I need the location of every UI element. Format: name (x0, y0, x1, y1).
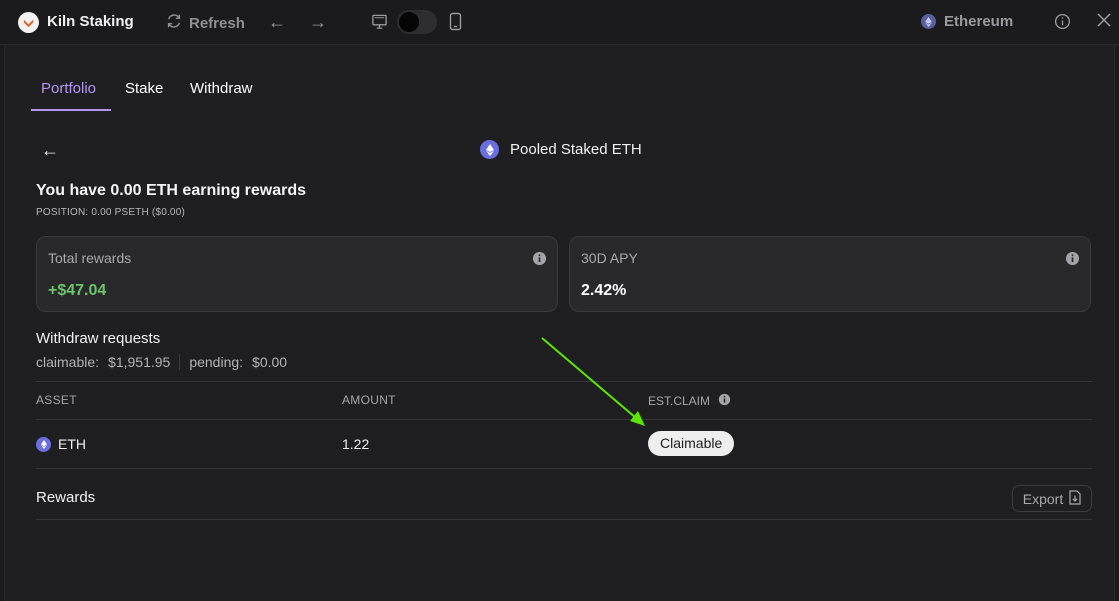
table-top-divider (36, 381, 1092, 382)
mobile-view-button[interactable] (449, 12, 462, 36)
arrow-right-icon: → (309, 12, 327, 32)
info-icon[interactable] (1065, 251, 1080, 271)
network-selector[interactable]: Ethereum (921, 13, 1013, 30)
total-rewards-card: Total rewards +$47.04 (36, 236, 558, 312)
close-icon (1097, 13, 1111, 31)
download-icon (1069, 489, 1081, 508)
view-toggle[interactable] (397, 10, 437, 34)
info-icon (1054, 13, 1071, 34)
arrow-left-icon: ← (41, 140, 59, 160)
pending-value: $0.00 (252, 354, 288, 370)
close-button[interactable] (1097, 13, 1111, 32)
monitor-icon (371, 14, 388, 34)
rewards-divider (36, 519, 1092, 520)
tab-stake[interactable]: Stake (125, 80, 163, 97)
kiln-logo-icon (18, 12, 39, 33)
toggle-knob (399, 12, 419, 32)
total-rewards-label: Total rewards (48, 250, 132, 266)
position-subtitle: POSITION: 0.00 PSETH ($0.00) (36, 207, 185, 218)
back-nav-button[interactable]: ← (268, 12, 286, 32)
column-header-est-claim: EST.CLAIM (648, 393, 731, 409)
refresh-button[interactable]: Refresh (165, 12, 245, 34)
ethereum-icon (921, 14, 936, 29)
desktop-view-button[interactable] (371, 13, 388, 35)
back-button[interactable]: ← (41, 140, 59, 161)
export-button[interactable]: Export (1012, 485, 1092, 512)
tab-portfolio[interactable]: Portfolio (41, 80, 96, 97)
info-button[interactable] (1054, 13, 1071, 35)
network-label: Ethereum (944, 13, 1014, 30)
pool-title: Pooled Staked ETH (510, 141, 642, 158)
app-title: Kiln Staking (47, 13, 134, 30)
active-tab-indicator (31, 109, 111, 111)
arrow-left-icon: ← (268, 12, 286, 32)
asset-name: ETH (58, 436, 86, 452)
refresh-icon (165, 12, 183, 34)
rewards-title: Rewards (36, 489, 96, 506)
pending-label: pending: (189, 354, 244, 370)
refresh-label: Refresh (189, 14, 245, 32)
claimable-value: $1,951.95 (108, 354, 171, 370)
earning-headline: You have 0.00 ETH earning rewards (36, 182, 307, 199)
apy-card: 30D APY 2.42% (569, 236, 1091, 312)
tab-withdraw[interactable]: Withdraw (190, 80, 253, 97)
column-header-amount: AMOUNT (342, 393, 396, 407)
phone-icon (449, 12, 462, 35)
apy-label: 30D APY (581, 250, 638, 266)
ethereum-icon (480, 140, 499, 159)
table-row-asset: ETH (36, 436, 86, 452)
info-icon[interactable] (532, 251, 547, 271)
pool-header: Pooled Staked ETH (480, 140, 642, 159)
est-claim-label: EST.CLAIM (648, 394, 711, 408)
claimable-label: claimable: (36, 354, 100, 370)
table-row-amount: 1.22 (342, 436, 370, 452)
ethereum-icon (36, 436, 51, 452)
table-header-divider (36, 419, 1092, 420)
content-panel (4, 45, 1115, 601)
total-rewards-value: +$47.04 (48, 282, 107, 299)
column-header-asset: ASSET (36, 393, 77, 407)
divider (179, 354, 181, 370)
withdraw-summary: claimable: $1,951.95 pending: $0.00 (36, 354, 287, 370)
export-label: Export (1022, 490, 1064, 507)
claimable-button[interactable]: Claimable (648, 431, 735, 456)
info-icon[interactable] (718, 393, 731, 409)
table-bottom-divider (36, 468, 1092, 469)
forward-nav-button[interactable]: → (309, 12, 327, 32)
apy-value: 2.42% (581, 282, 627, 299)
withdraw-requests-title: Withdraw requests (36, 330, 161, 347)
